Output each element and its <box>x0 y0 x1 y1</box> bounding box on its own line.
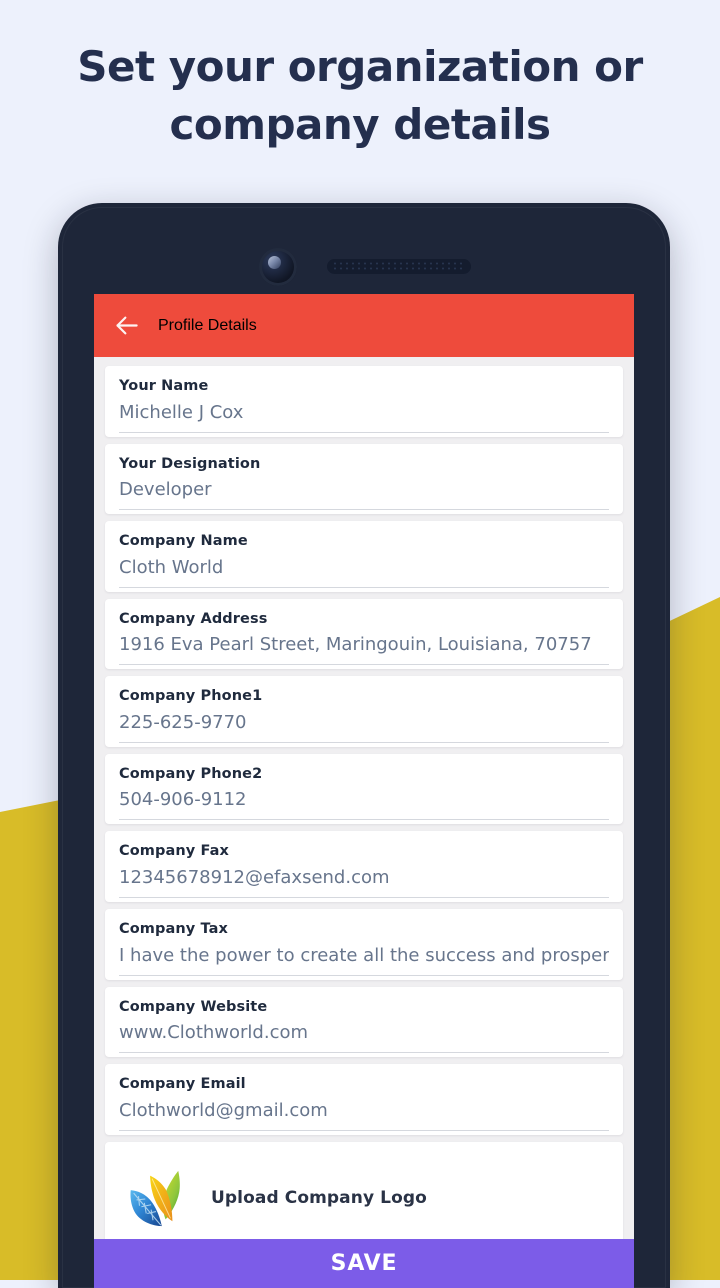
field-value[interactable]: 12345678912@efaxsend.com <box>119 862 609 898</box>
app-bar: Profile Details <box>94 294 634 357</box>
field-company-name[interactable]: Company Name Cloth World <box>105 521 623 592</box>
field-label: Company Fax <box>119 843 229 860</box>
speaker-grille-pattern <box>332 261 466 272</box>
field-your-name[interactable]: Your Name Michelle J Cox <box>105 366 623 437</box>
field-value[interactable]: Cloth World <box>119 552 609 588</box>
field-value[interactable]: I have the power to create all the succe… <box>119 940 609 976</box>
page-title: Set your organization or company details <box>77 42 643 149</box>
phone-mockup: Profile Details Your Name Michelle J Cox… <box>58 203 670 1288</box>
field-label: Company Website <box>119 998 268 1015</box>
field-company-email[interactable]: Company Email Clothworld@gmail.com <box>105 1064 623 1135</box>
field-value[interactable]: Clothworld@gmail.com <box>119 1095 609 1131</box>
upload-logo-label: Upload Company Logo <box>211 1187 427 1208</box>
field-value[interactable]: 1916 Eva Pearl Street, Maringouin, Louis… <box>119 629 609 666</box>
field-label: Company Phone2 <box>119 765 263 782</box>
field-company-address[interactable]: Company Address 1916 Eva Pearl Street, M… <box>105 598 623 670</box>
profile-form: Your Name Michelle J Cox Your Designatio… <box>94 357 634 1135</box>
earpiece-speaker-icon <box>327 259 471 274</box>
leaf-logo-icon <box>130 1170 180 1226</box>
app-bar-title: Profile Details <box>158 316 257 334</box>
front-camera-icon <box>259 248 297 286</box>
field-value[interactable]: Developer <box>119 474 609 511</box>
field-company-website[interactable]: Company Website www.Clothworld.com <box>105 986 623 1058</box>
field-company-fax[interactable]: Company Fax 12345678912@efaxsend.com <box>105 831 623 902</box>
field-label: Company Email <box>119 1076 246 1093</box>
field-value[interactable]: 504-906-9112 <box>119 784 609 821</box>
field-value[interactable]: www.Clothworld.com <box>119 1017 609 1054</box>
phone-screen: Profile Details Your Name Michelle J Cox… <box>94 294 634 1288</box>
field-label: Your Name <box>119 378 209 394</box>
save-button[interactable]: SAVE <box>94 1239 634 1288</box>
field-label: Company Name <box>119 533 248 550</box>
field-label: Company Address <box>119 610 268 627</box>
field-your-designation[interactable]: Your Designation Developer <box>105 443 623 515</box>
field-label: Company Phone1 <box>119 688 263 705</box>
field-company-phone2[interactable]: Company Phone2 504-906-9112 <box>105 753 623 825</box>
field-label: Your Designation <box>119 455 261 472</box>
field-company-tax[interactable]: Company Tax I have the power to create a… <box>105 908 623 980</box>
field-value[interactable]: 225-625-9770 <box>119 707 609 743</box>
field-label: Company Tax <box>119 920 228 937</box>
upload-company-logo-row[interactable]: Upload Company Logo <box>105 1141 623 1254</box>
field-company-phone1[interactable]: Company Phone1 225-625-9770 <box>105 676 623 747</box>
arrow-left-icon[interactable] <box>113 312 140 339</box>
field-value[interactable]: Michelle J Cox <box>119 397 609 433</box>
